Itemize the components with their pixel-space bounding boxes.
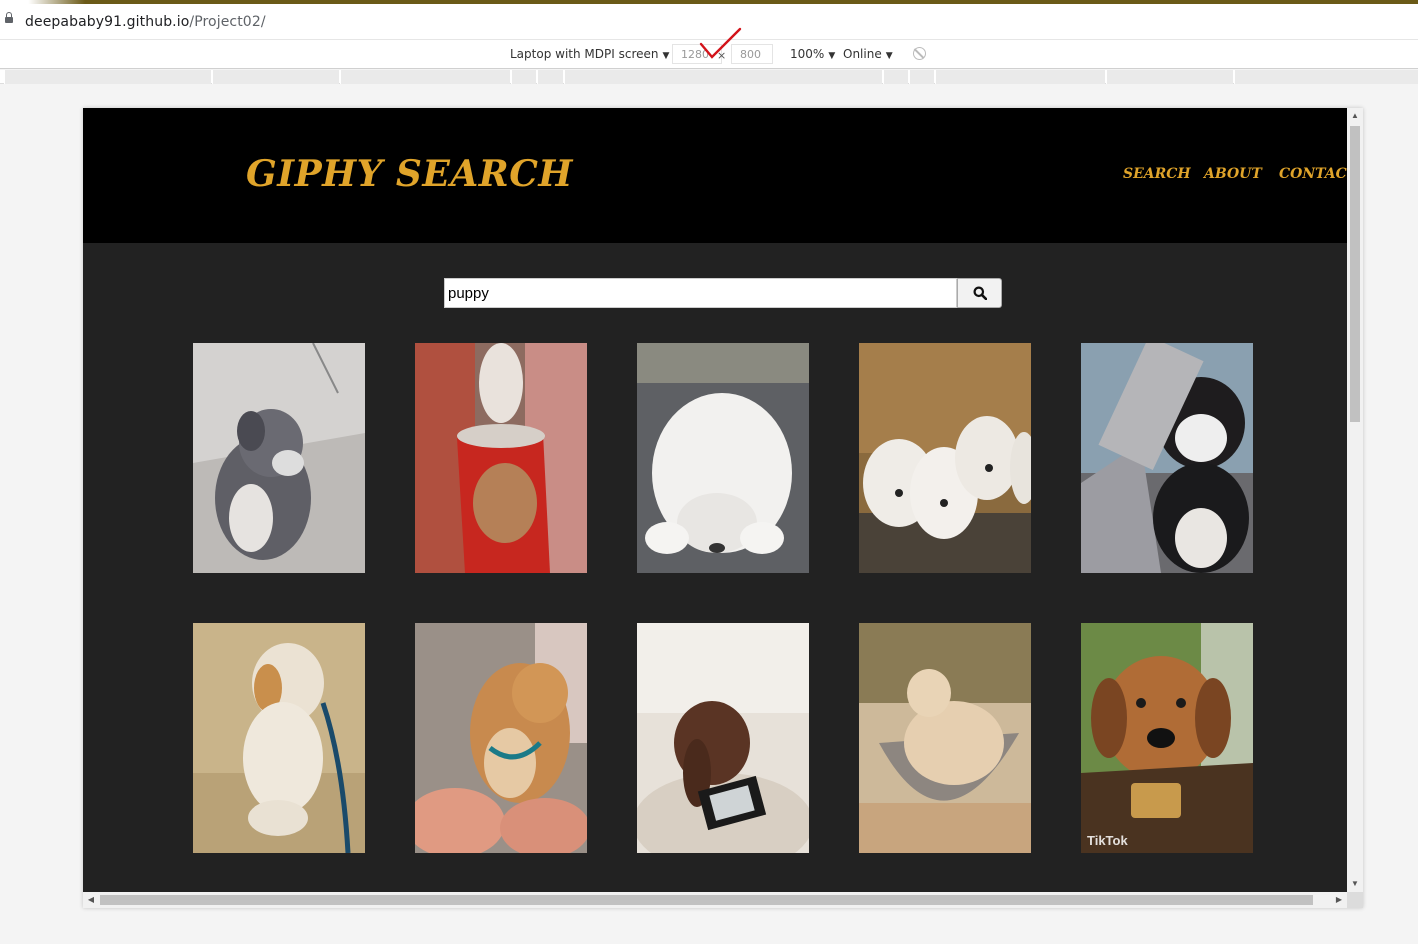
horizontal-scroll-thumb[interactable] [100,895,1313,905]
chevron-down-icon: ▼ [828,51,836,61]
vertical-scroll-thumb[interactable] [1350,126,1360,422]
zoom-label: 100% [790,47,825,61]
gif-dachshund-puppy-bag[interactable]: TikTok [1081,623,1253,853]
network-label: Online [843,47,882,61]
results-section: TikTok [83,243,1347,908]
gif-brown-puppy-tablet[interactable] [637,623,809,853]
nav-search[interactable]: SEARCH [1123,166,1191,182]
url-path: /Project02/ [189,14,266,30]
gif-caption: TikTok [1087,833,1128,848]
url-host: deepababy91.github.io [25,14,190,30]
horizontal-scrollbar[interactable]: ◀ ▶ [83,892,1347,908]
vertical-scrollbar[interactable]: ▲ ▼ [1347,108,1363,892]
scrollbar-corner [1347,892,1363,908]
site-logo[interactable]: GIPHY SEARCH [246,153,573,195]
device-viewport: GIPHY SEARCH SEARCH ABOUT CONTACT puppy … [83,108,1363,908]
chevron-down-icon: ▼ [885,51,893,61]
lock-icon [5,12,13,23]
zoom-select[interactable]: 100% ▼ [790,47,835,61]
nav-contact[interactable]: CONTACT [1279,166,1357,182]
scroll-down-icon[interactable]: ▼ [1347,876,1363,892]
gif-golden-puppy-leash[interactable] [193,623,365,853]
gif-black-white-puppy[interactable] [1081,343,1253,573]
scroll-right-icon[interactable]: ▶ [1331,892,1347,908]
gif-three-white-puppies[interactable] [859,343,1031,573]
scroll-left-icon[interactable]: ◀ [83,892,99,908]
search-input[interactable] [444,278,957,308]
network-select[interactable]: Online ▼ [843,47,893,61]
scroll-up-icon[interactable]: ▲ [1347,108,1363,124]
gif-puppy-in-bowl[interactable] [859,623,1031,853]
gif-puppy-in-cup[interactable] [415,343,587,573]
nav-about[interactable]: ABOUT [1204,166,1262,182]
media-query-bar[interactable] [0,70,1418,84]
search-icon [973,286,987,300]
search-button[interactable] [957,278,1002,308]
site-header: GIPHY SEARCH SEARCH ABOUT CONTACT [83,108,1357,243]
red-checkmark-icon [699,27,742,59]
device-select[interactable]: Laptop with MDPI screen ▼ [510,47,669,61]
gif-white-fluffy-puppy[interactable] [637,343,809,573]
gif-grey-puppy[interactable] [193,343,365,573]
device-label: Laptop with MDPI screen [510,47,659,61]
url-text[interactable]: deepababy91.github.io/Project02/ [25,14,266,30]
gif-puppy-on-back[interactable] [415,623,587,853]
chevron-down-icon: ▼ [662,51,670,61]
rotate-icon[interactable] [913,47,926,60]
